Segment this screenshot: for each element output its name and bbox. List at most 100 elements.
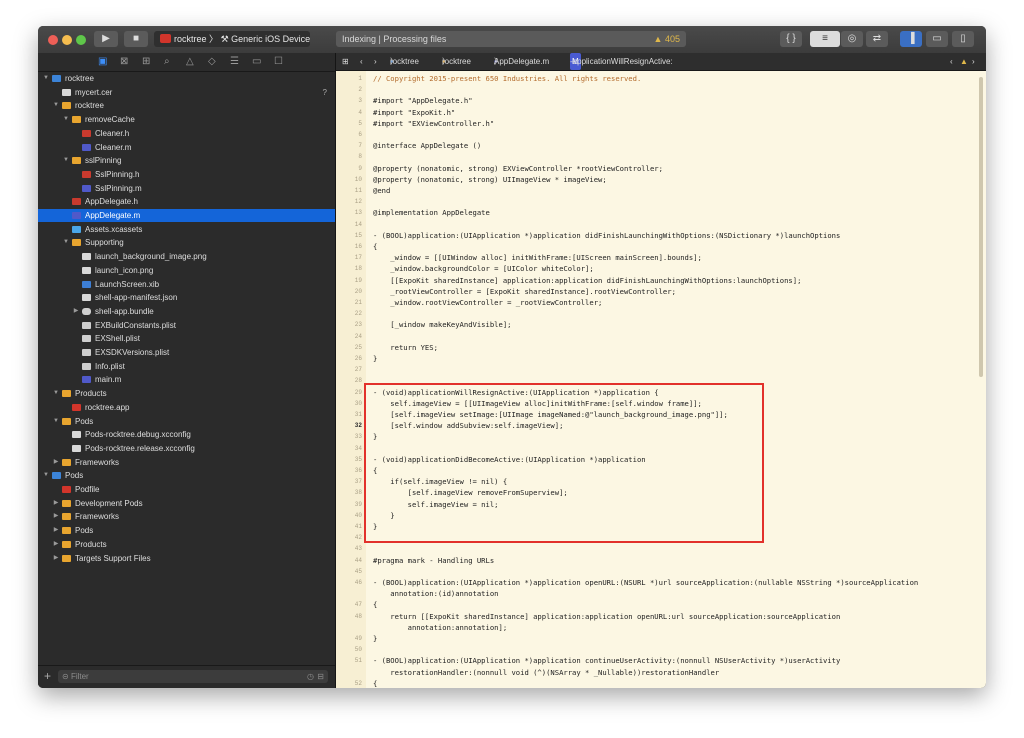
test-icon[interactable]: ◇: [208, 56, 216, 67]
line-number[interactable]: 23: [336, 321, 362, 328]
line-number[interactable]: 9: [336, 165, 362, 172]
standard-editor-button[interactable]: ≡: [810, 31, 840, 47]
line-number[interactable]: 15: [336, 232, 362, 239]
disclosure-closed-icon[interactable]: ▶: [52, 538, 60, 551]
tree-item[interactable]: AppDelegate.h: [38, 195, 335, 208]
next-issue-button[interactable]: ›: [972, 53, 975, 70]
line-number[interactable]: 8: [336, 153, 362, 160]
close-window-button[interactable]: [48, 35, 58, 45]
report-icon[interactable]: ☐: [274, 56, 283, 67]
line-number[interactable]: 11: [336, 187, 362, 194]
tree-item[interactable]: Pods-rocktree.debug.xcconfig: [38, 428, 335, 441]
line-number[interactable]: 31: [336, 411, 362, 418]
toggle-navigator-button[interactable]: ▐: [900, 31, 922, 47]
tree-item[interactable]: Assets.xcassets: [38, 223, 335, 236]
tree-item[interactable]: ▼ sslPinning: [38, 154, 335, 167]
line-number[interactable]: 36: [336, 467, 362, 474]
code-area[interactable]: 1 // Copyright 2015-present 650 Industrie…: [336, 71, 986, 688]
line-number[interactable]: 29: [336, 389, 362, 396]
disclosure-open-icon[interactable]: ▼: [52, 415, 60, 428]
disclosure-closed-icon[interactable]: ▶: [52, 497, 60, 510]
tree-item[interactable]: SslPinning.m: [38, 182, 335, 195]
tree-item[interactable]: ▼ Products: [38, 387, 335, 400]
jumpbar-project[interactable]: ▪ rocktree 〉: [390, 53, 419, 70]
filter-input[interactable]: ⊝ Filter ◷ ⊟: [58, 670, 328, 683]
line-number[interactable]: 30: [336, 400, 362, 407]
tree-item[interactable]: Cleaner.m: [38, 141, 335, 154]
tree-item[interactable]: launch_background_image.png: [38, 250, 335, 263]
breakpoint-icon[interactable]: ▭: [252, 56, 261, 67]
line-number[interactable]: 2: [336, 86, 362, 93]
line-number[interactable]: 27: [336, 366, 362, 373]
assistant-editor-button[interactable]: ◎: [841, 31, 863, 47]
related-items-icon[interactable]: ⊞: [342, 53, 349, 70]
add-file-button[interactable]: +: [44, 669, 51, 683]
line-number[interactable]: 41: [336, 523, 362, 530]
line-number[interactable]: 18: [336, 265, 362, 272]
tree-item[interactable]: Pods-rocktree.release.xcconfig: [38, 442, 335, 455]
tree-item[interactable]: ▼ removeCache: [38, 113, 335, 126]
jumpbar-file[interactable]: ▪ AppDelegate.m 〉: [494, 53, 549, 70]
disclosure-open-icon[interactable]: ▼: [62, 113, 70, 126]
warning-count[interactable]: ▲ 405: [654, 31, 680, 47]
line-number[interactable]: 20: [336, 288, 362, 295]
line-number[interactable]: 14: [336, 221, 362, 228]
line-number[interactable]: 40: [336, 512, 362, 519]
disclosure-open-icon[interactable]: ▼: [62, 154, 70, 167]
line-number[interactable]: 38: [336, 489, 362, 496]
line-number[interactable]: 13: [336, 209, 362, 216]
line-number[interactable]: 45: [336, 568, 362, 575]
line-number[interactable]: 7: [336, 142, 362, 149]
line-number[interactable]: 16: [336, 243, 362, 250]
tree-item[interactable]: ▶ Development Pods: [38, 497, 335, 510]
disclosure-open-icon[interactable]: ▼: [62, 236, 70, 249]
tree-item[interactable]: ▶ Frameworks: [38, 456, 335, 469]
tree-item[interactable]: ▶ shell-app.bundle: [38, 305, 335, 318]
tree-item[interactable]: mycert.cer?: [38, 86, 335, 99]
tree-item[interactable]: ▼ Pods: [38, 415, 335, 428]
line-number[interactable]: 33: [336, 433, 362, 440]
tree-item[interactable]: main.m: [38, 373, 335, 386]
line-number[interactable]: 21: [336, 299, 362, 306]
filter-options-icon[interactable]: ⊟: [317, 670, 324, 683]
line-number[interactable]: 52: [336, 680, 362, 687]
disclosure-open-icon[interactable]: ▼: [42, 469, 50, 482]
disclosure-open-icon[interactable]: ▼: [52, 99, 60, 112]
search-icon[interactable]: ⌕: [164, 56, 170, 67]
line-number[interactable]: 48: [336, 613, 362, 620]
line-number[interactable]: 19: [336, 277, 362, 284]
zoom-window-button[interactable]: [76, 35, 86, 45]
line-number[interactable]: 37: [336, 478, 362, 485]
clock-icon[interactable]: ◷: [307, 670, 314, 683]
line-number[interactable]: 34: [336, 445, 362, 452]
disclosure-closed-icon[interactable]: ▶: [52, 524, 60, 537]
stop-button[interactable]: ■: [124, 31, 148, 47]
disclosure-closed-icon[interactable]: ▶: [52, 456, 60, 469]
line-number[interactable]: 50: [336, 646, 362, 653]
tree-item[interactable]: Info.plist: [38, 360, 335, 373]
line-number[interactable]: 4: [336, 109, 362, 116]
disclosure-open-icon[interactable]: ▼: [52, 387, 60, 400]
back-button[interactable]: ‹: [360, 53, 363, 70]
debug-icon[interactable]: ☰: [230, 56, 239, 67]
line-number[interactable]: 47: [336, 601, 362, 608]
line-number[interactable]: 43: [336, 545, 362, 552]
prev-issue-button[interactable]: ‹: [950, 53, 953, 70]
jumpbar-group[interactable]: ▪ rocktree 〉: [442, 53, 471, 70]
line-number[interactable]: 42: [336, 534, 362, 541]
tree-item[interactable]: ▼ Pods: [38, 469, 335, 482]
line-number[interactable]: 22: [336, 310, 362, 317]
line-number[interactable]: 46: [336, 579, 362, 586]
line-number[interactable]: 24: [336, 333, 362, 340]
tree-item[interactable]: ▼ rocktree: [38, 72, 335, 85]
source-control-icon[interactable]: ⊠: [120, 56, 128, 67]
toggle-utilities-button[interactable]: ▯: [952, 31, 974, 47]
line-number[interactable]: 49: [336, 635, 362, 642]
minimize-window-button[interactable]: [62, 35, 72, 45]
editor-scrollbar[interactable]: [979, 77, 983, 377]
line-number[interactable]: 39: [336, 501, 362, 508]
folder-icon[interactable]: ▣: [98, 56, 107, 67]
version-editor-button[interactable]: ⇄: [866, 31, 888, 47]
tree-item[interactable]: EXShell.plist: [38, 332, 335, 345]
tree-item[interactable]: Cleaner.h: [38, 127, 335, 140]
